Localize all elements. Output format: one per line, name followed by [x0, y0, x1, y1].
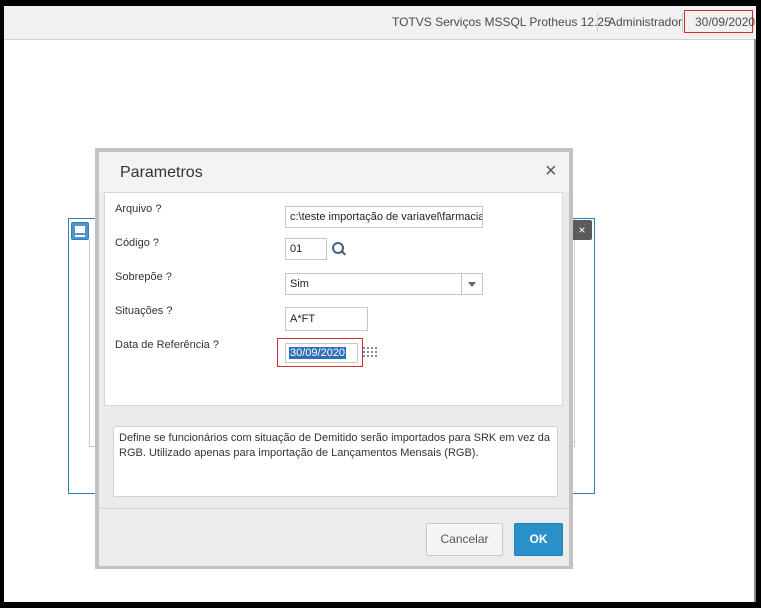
data-referencia-value: 30/09/2020: [289, 347, 347, 359]
ok-button[interactable]: OK: [514, 523, 563, 556]
close-icon[interactable]: ×: [545, 160, 557, 183]
cancel-button[interactable]: Cancelar: [426, 523, 503, 556]
data-referencia-label: Data de Referência ?: [115, 339, 219, 351]
calendar-icon[interactable]: [363, 347, 380, 360]
window-icon: [71, 222, 89, 240]
sobrepoe-label: Sobrepõe ?: [115, 271, 172, 283]
system-name: TOTVS Serviços MSSQL Protheus 12.25: [392, 15, 611, 29]
parameters-panel: Arquivo ? c:\teste importação de variave…: [104, 192, 563, 406]
app-frame: TOTVS Serviços MSSQL Protheus 12.25 Admi…: [4, 6, 756, 602]
parameters-dialog: Parametros × Arquivo ? c:\teste importaç…: [95, 148, 573, 569]
dialog-title: Parametros: [120, 164, 203, 181]
divider: [597, 13, 598, 32]
help-description: Define se funcionários com situação de D…: [113, 426, 558, 497]
top-bar: TOTVS Serviços MSSQL Protheus 12.25 Admi…: [4, 6, 756, 40]
data-referencia-input[interactable]: 30/09/2020: [285, 343, 358, 363]
situacoes-input[interactable]: A*FT: [285, 307, 368, 331]
search-icon[interactable]: [332, 242, 346, 256]
dialog-footer: Cancelar OK: [99, 508, 569, 566]
sobrepoe-select[interactable]: Sim: [285, 273, 483, 295]
sobrepoe-value: Sim: [290, 278, 309, 290]
codigo-label: Código ?: [115, 237, 160, 249]
scroll-edge: [754, 39, 756, 602]
chevron-down-icon[interactable]: [461, 274, 482, 294]
arquivo-input[interactable]: c:\teste importação de variavel\farmacia: [285, 206, 483, 228]
dialog-header: Parametros ×: [99, 152, 569, 192]
close-icon[interactable]: ×: [572, 220, 592, 240]
user-name[interactable]: Administrador: [608, 6, 682, 39]
arquivo-label: Arquivo ?: [115, 203, 162, 215]
situacoes-label: Situações ?: [115, 305, 173, 317]
system-date[interactable]: 30/09/2020: [684, 10, 755, 33]
codigo-input[interactable]: 01: [285, 238, 327, 260]
divider: [682, 13, 683, 32]
